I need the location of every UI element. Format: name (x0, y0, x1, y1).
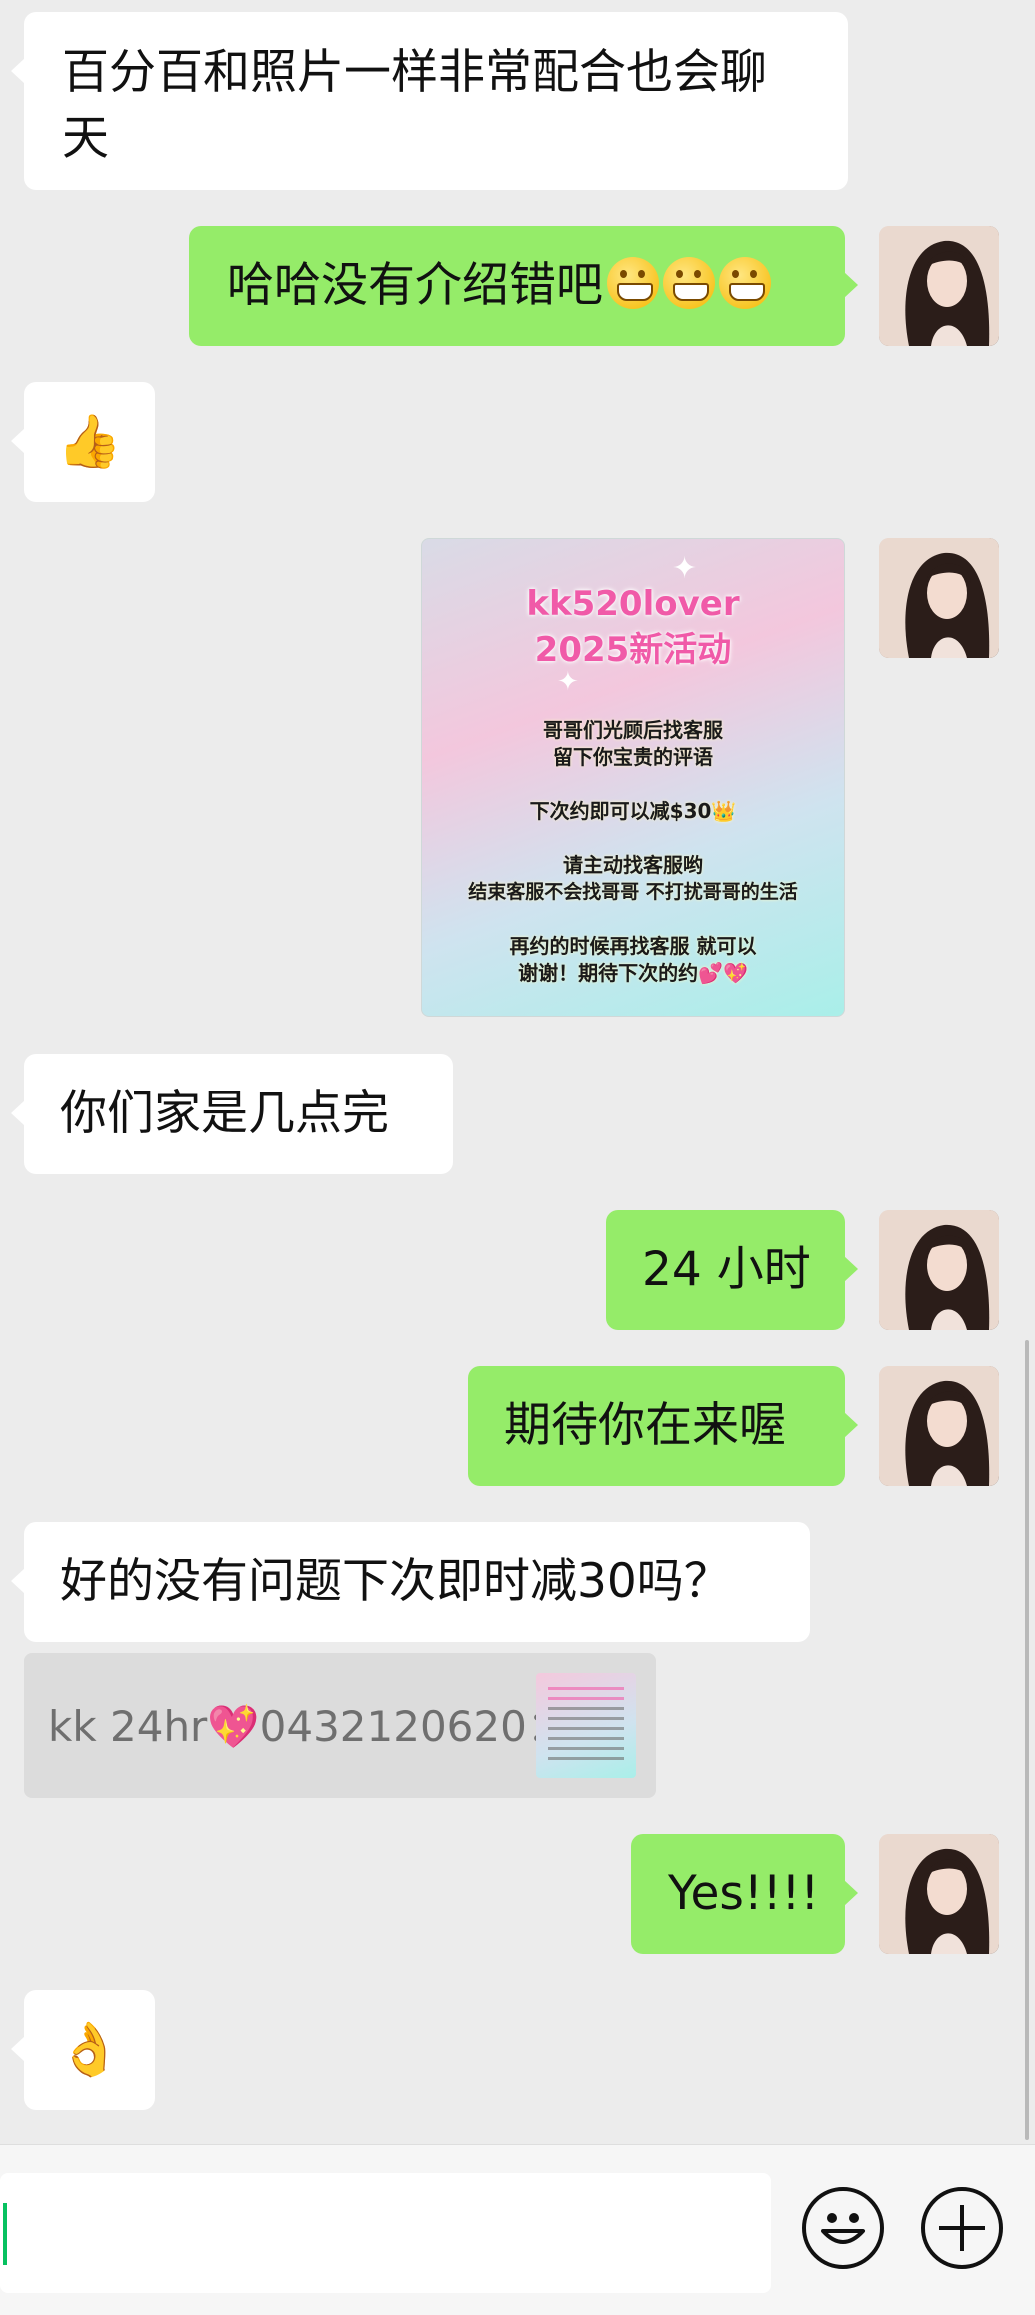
message-text: 好的没有问题下次即时减30吗？ (60, 1554, 731, 1609)
avatar-portrait (879, 538, 999, 658)
quote-text: kk 24hr💖0432120620： (48, 1702, 569, 1751)
emoji-button[interactable] (802, 2187, 884, 2269)
message-text: 期待你在来喔 (504, 1398, 786, 1453)
scrollbar[interactable] (1025, 1340, 1029, 2140)
chat-area[interactable]: 百分百和照片一样非常配合也会聊 天 哈哈没有介绍错吧 👍 ✦ ✦ kk520lo… (0, 0, 1035, 2144)
quote-thumbnail[interactable] (536, 1673, 636, 1778)
emoji-icon (821, 2213, 865, 2244)
avatar[interactable] (879, 226, 999, 346)
avatar-portrait (879, 1834, 999, 1954)
promo-title: kk520lover (526, 584, 740, 624)
message-text: Yes!!!! (668, 1866, 820, 1921)
promo-line: 请主动找客服哟 (563, 853, 703, 877)
avatar-portrait (879, 226, 999, 346)
avatar-portrait (879, 1366, 999, 1486)
ok-hand-emoji-icon: 👌 (57, 2020, 122, 2080)
promo-line: 下次约即可以减$30👑 (529, 799, 737, 823)
grinning-emoji-icon (607, 257, 659, 309)
input-bar (0, 2144, 1035, 2315)
thumbs-up-emoji-icon: 👍 (57, 412, 122, 472)
sparkle-icon: ✦ (557, 667, 579, 697)
quoted-message[interactable]: kk 24hr💖0432120620： (24, 1653, 656, 1798)
plus-icon (939, 2205, 985, 2251)
promo-line: 哥哥们光顾后找客服 (543, 718, 723, 742)
message-text: 24 小时 (642, 1242, 811, 1297)
sparkle-icon: ✦ (672, 551, 698, 586)
promo-line: 再约的时候再找客服 就可以 (509, 934, 757, 958)
message-text: 你们家是几点完 (60, 1086, 389, 1141)
avatar[interactable] (879, 1834, 999, 1954)
grinning-emoji-icon (663, 257, 715, 309)
avatar[interactable] (879, 1366, 999, 1486)
promo-line: 留下你宝贵的评语 (553, 745, 713, 769)
message-bubble-outgoing[interactable]: Yes!!!! (631, 1834, 858, 1954)
text-caret (3, 2203, 7, 2265)
message-bubble-outgoing[interactable]: 24 小时 (606, 1210, 858, 1330)
message-bubble-incoming[interactable]: 好的没有问题下次即时减30吗？ (11, 1522, 810, 1642)
message-text-continued: 天 (62, 111, 109, 166)
avatar[interactable] (879, 538, 999, 658)
message-text: 百分百和照片一样非常配合也会聊 (62, 45, 767, 100)
message-bubble-incoming[interactable]: 百分百和照片一样非常配合也会聊 天 (11, 12, 848, 190)
grinning-emoji-icon (719, 257, 771, 309)
promo-image[interactable]: ✦ ✦ kk520lover 2025新活动 哥哥们光顾后找客服 留下你宝贵的评… (421, 538, 845, 1017)
message-text: 哈哈没有介绍错吧 (227, 258, 603, 313)
message-bubble-outgoing[interactable]: 期待你在来喔 (468, 1366, 858, 1486)
message-bubble-incoming[interactable]: 👌 (11, 1990, 155, 2110)
promo-subtitle: 2025新活动 (534, 630, 732, 670)
avatar[interactable] (879, 1210, 999, 1330)
promo-line: 结束客服不会找哥哥 不打扰哥哥的生活 (468, 881, 798, 903)
message-bubble-outgoing[interactable]: 哈哈没有介绍错吧 (189, 226, 858, 346)
message-bubble-incoming[interactable]: 👍 (11, 382, 155, 502)
avatar-portrait (879, 1210, 999, 1330)
message-bubble-incoming[interactable]: 你们家是几点完 (11, 1054, 453, 1174)
promo-line: 谢谢！期待下次的约💕💖 (518, 961, 748, 985)
more-button[interactable] (921, 2187, 1003, 2269)
message-input[interactable] (0, 2173, 771, 2293)
